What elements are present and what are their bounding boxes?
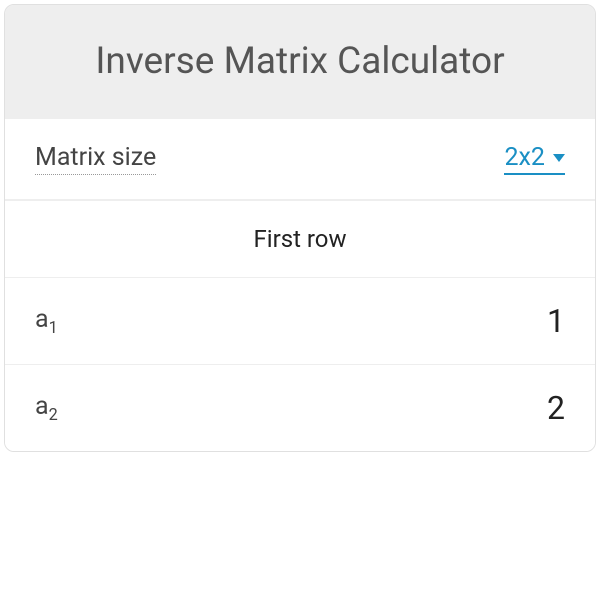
matrix-size-select[interactable]: 2x2 <box>504 143 565 175</box>
input-row-a2: a2 2 <box>5 364 595 451</box>
section-title: First row <box>253 225 346 253</box>
input-value-a1[interactable]: 1 <box>547 302 565 340</box>
input-label-a1: a1 <box>35 305 58 337</box>
section-header: First row <box>5 199 595 277</box>
input-row-a1: a1 1 <box>5 277 595 364</box>
matrix-size-value: 2x2 <box>504 143 545 172</box>
page-title: Inverse Matrix Calculator <box>25 40 575 83</box>
input-label-a2: a2 <box>35 392 58 424</box>
chevron-down-icon <box>553 154 565 162</box>
matrix-size-label: Matrix size <box>35 143 156 175</box>
header: Inverse Matrix Calculator <box>5 5 595 118</box>
calculator-card: Inverse Matrix Calculator Matrix size 2x… <box>4 4 596 452</box>
input-value-a2[interactable]: 2 <box>547 389 565 427</box>
matrix-size-row: Matrix size 2x2 <box>5 118 595 199</box>
